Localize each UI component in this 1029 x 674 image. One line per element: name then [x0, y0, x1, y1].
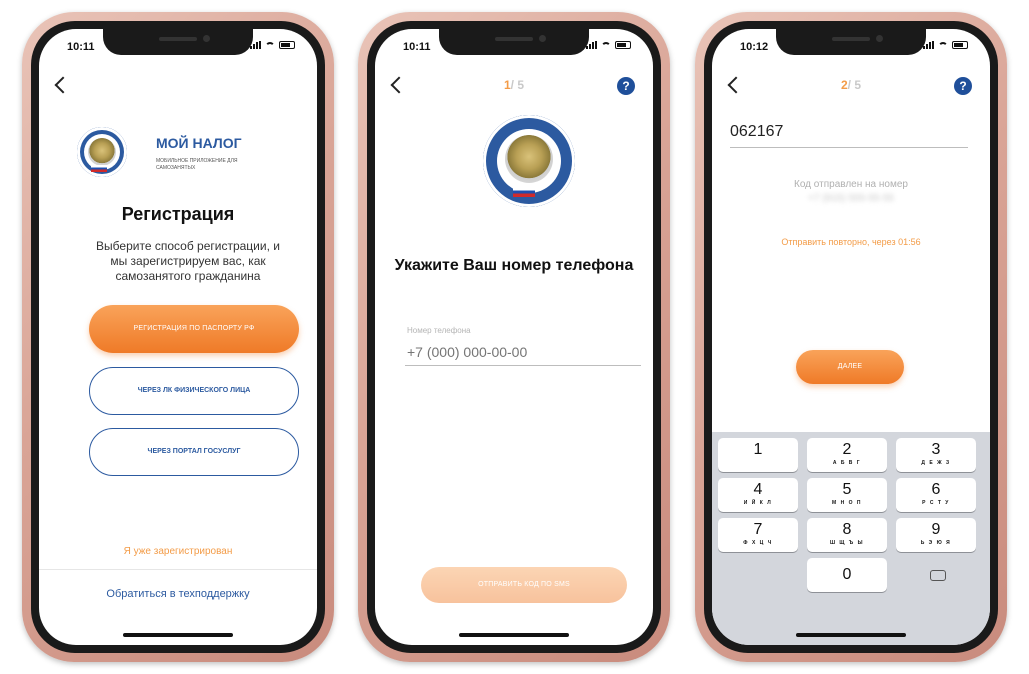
fns-emblem [77, 127, 127, 177]
brand-subtitle: МОБИЛЬНОЕ ПРИЛОЖЕНИЕ ДЛЯ САМОЗАНЯТЫХ [156, 158, 238, 171]
notch [439, 29, 589, 55]
status-time: 10:12 [740, 41, 769, 53]
home-indicator [123, 633, 233, 637]
send-sms-code-button[interactable]: ОТПРАВИТЬ КОД ПО SMS [421, 567, 627, 603]
phone-field-label: Номер телефона [407, 326, 471, 335]
gosuslugi-button[interactable]: ЧЕРЕЗ ПОРТАЛ ГОСУСЛУГ [89, 428, 299, 476]
help-icon[interactable]: ? [617, 77, 635, 95]
wifi-icon [938, 41, 948, 49]
code-sent-text: Код отправлен на номер [794, 179, 908, 190]
back-arrow-icon[interactable] [54, 76, 72, 94]
key-4[interactable]: 4И Й К Л [718, 478, 798, 512]
key-8[interactable]: 8Ш Щ Ъ Ы [807, 518, 887, 552]
backspace-icon [930, 570, 946, 581]
home-indicator [459, 633, 569, 637]
fns-emblem [483, 115, 575, 207]
key-6[interactable]: 6Р С Т У [896, 478, 976, 512]
step-indicator: 1/ 5 [503, 78, 525, 92]
key-5[interactable]: 5М Н О П [807, 478, 887, 512]
notch [103, 29, 253, 55]
status-icons [586, 41, 631, 49]
step-indicator: 2/ 5 [840, 78, 862, 92]
numeric-keypad: 1 2А Б В Г 3Д Е Ж З 4И Й К Л 5М Н О П 6Р… [712, 432, 990, 645]
status-time: 10:11 [67, 41, 95, 53]
sent-phone-number: +7 (915) 555-55-55 [808, 193, 894, 204]
home-indicator [796, 633, 906, 637]
help-icon[interactable]: ? [954, 77, 972, 95]
resend-timer-link[interactable]: Отправить повторно, через 01:56 [712, 237, 990, 247]
key-0[interactable]: 0 [807, 558, 887, 592]
description: Выберите способ регистрации, и мы зареги… [96, 239, 280, 283]
phone-registration: 10:11 МОЙ НАЛОГ МОБИЛЬНОЕ ПРИЛОЖЕНИЕ ДЛЯ… [22, 12, 334, 662]
sms-code-input[interactable]: 062167 [730, 117, 968, 148]
notch [776, 29, 926, 55]
delete-key[interactable] [928, 569, 946, 583]
support-link[interactable]: Обратиться в техподдержку [39, 588, 317, 600]
key-9[interactable]: 9Ь Э Ю Я [896, 518, 976, 552]
brand-title: МОЙ НАЛОГ [156, 135, 242, 151]
battery-icon [279, 41, 295, 49]
signal-icon [586, 41, 597, 49]
phone-input[interactable] [405, 339, 641, 366]
wifi-icon [601, 41, 611, 49]
status-icons [250, 41, 295, 49]
page-title: Регистрация [121, 204, 235, 224]
divider [39, 569, 317, 570]
signal-icon [250, 41, 261, 49]
battery-icon [615, 41, 631, 49]
battery-icon [952, 41, 968, 49]
already-registered-link[interactable]: Я уже зарегистрирован [39, 546, 317, 557]
page-title: Укажите Ваш номер телефона [394, 257, 634, 274]
status-time: 10:11 [403, 41, 431, 53]
screen-registration: 10:11 МОЙ НАЛОГ МОБИЛЬНОЕ ПРИЛОЖЕНИЕ ДЛЯ… [39, 29, 317, 645]
next-button[interactable]: ДАЛЕЕ [796, 350, 904, 384]
phone-sms-code: 10:12 2/ 5 ? 062167 Код отправлен на ном… [695, 12, 1007, 662]
phone-phone-number: 10:11 1/ 5 ? Укажите Ваш номер телефона … [358, 12, 670, 662]
status-icons [923, 41, 968, 49]
personal-account-button[interactable]: ЧЕРЕЗ ЛК ФИЗИЧЕСКОГО ЛИЦА [89, 367, 299, 415]
passport-registration-button[interactable]: РЕГИСТРАЦИЯ ПО ПАСПОРТУ РФ [89, 305, 299, 353]
key-7[interactable]: 7Ф Х Ц Ч [718, 518, 798, 552]
screen-sms-code: 10:12 2/ 5 ? 062167 Код отправлен на ном… [712, 29, 990, 645]
screen-phone-number: 10:11 1/ 5 ? Укажите Ваш номер телефона … [375, 29, 653, 645]
wifi-icon [265, 41, 275, 49]
key-1[interactable]: 1 [718, 438, 798, 472]
key-2[interactable]: 2А Б В Г [807, 438, 887, 472]
key-3[interactable]: 3Д Е Ж З [896, 438, 976, 472]
signal-icon [923, 41, 934, 49]
